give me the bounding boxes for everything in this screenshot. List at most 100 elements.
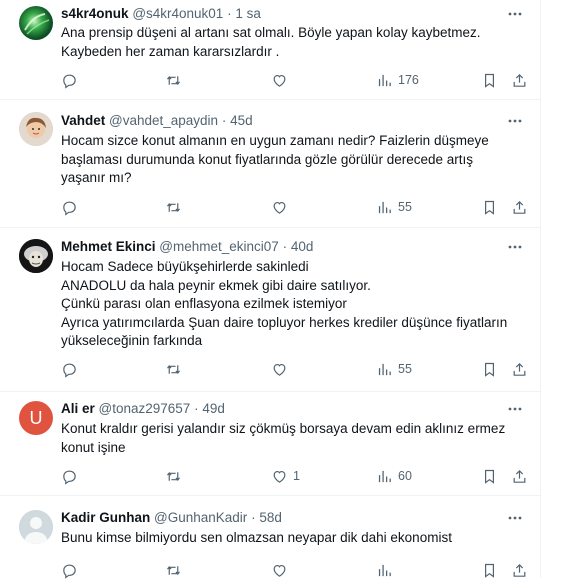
retweet-button[interactable] (165, 359, 182, 379)
reply-icon (63, 470, 76, 485)
handle[interactable]: @GunhanKadir (154, 510, 247, 525)
action-bar (61, 560, 531, 580)
timestamp[interactable]: 49d (202, 401, 225, 416)
retweet-button[interactable] (165, 70, 182, 90)
tweet-text: Hocam sizce konut almanın en uygun zaman… (61, 133, 489, 185)
reply-button[interactable] (61, 359, 78, 379)
retweet-icon (167, 202, 180, 212)
swirl-graphic (24, 13, 50, 35)
bookmark-icon (485, 563, 494, 578)
action-bar: 55 (61, 197, 531, 217)
views-icon (378, 363, 391, 375)
more-icon[interactable] (506, 5, 524, 23)
views-icon (378, 74, 391, 86)
share-button[interactable] (511, 466, 528, 486)
retweet-button[interactable] (165, 560, 182, 580)
tweet[interactable]: s4kr4onuk @s4kr4onuk01 · 1 sa Ana prensi… (0, 0, 540, 100)
tweet-text: Konut kraldır gerisi yalandır siz çökmüş… (61, 421, 506, 455)
dark-portrait (19, 239, 53, 273)
views-count: 176 (398, 73, 419, 87)
bookmark-button[interactable] (481, 359, 498, 379)
views-button[interactable]: 60 (376, 466, 412, 486)
bookmark-button[interactable] (481, 197, 498, 217)
tweet[interactable]: Kadir Gunhan @GunhanKadir · 58d Bunu kim… (0, 496, 540, 580)
more-icon[interactable] (506, 400, 524, 418)
avatar[interactable] (19, 6, 53, 40)
display-name[interactable]: s4kr4onuk (61, 6, 129, 21)
child-photo (19, 112, 53, 146)
like-button[interactable]: 1 (271, 466, 300, 486)
display-name[interactable]: Ali er (61, 401, 95, 416)
reply-icon (63, 201, 76, 216)
like-count: 1 (293, 469, 300, 483)
bookmark-button[interactable] (481, 70, 498, 90)
bookmark-button[interactable] (481, 466, 498, 486)
avatar[interactable] (19, 239, 53, 273)
share-icon (513, 200, 526, 214)
more-icon[interactable] (506, 509, 524, 527)
share-button[interactable] (511, 560, 528, 580)
more-icon[interactable] (506, 238, 524, 256)
avatar[interactable] (19, 112, 53, 146)
retweet-icon (167, 364, 180, 374)
avatar[interactable] (19, 510, 53, 544)
default-person-icon (19, 510, 53, 544)
reply-button[interactable] (61, 197, 78, 217)
reply-button[interactable] (61, 70, 78, 90)
reply-icon (63, 74, 76, 89)
avatar[interactable]: U (19, 401, 53, 435)
tweet-text: Ana prensip düşeni al artanı sat olmalı.… (61, 25, 481, 59)
reply-icon (63, 363, 76, 378)
like-icon (273, 470, 286, 483)
bookmark-button[interactable] (481, 560, 498, 580)
handle[interactable]: @s4kr4onuk01 (132, 6, 223, 21)
display-name[interactable]: Vahdet (61, 113, 105, 128)
bookmark-icon (485, 469, 494, 484)
display-name[interactable]: Mehmet Ekinci (61, 239, 156, 254)
tweet-text: Hocam Sadece büyükşehirlerde sakinledi A… (61, 259, 508, 348)
tweet-header: Ali er @tonaz297657 · 49d (61, 401, 225, 416)
reply-feed: s4kr4onuk @s4kr4onuk01 · 1 sa Ana prensi… (0, 0, 541, 580)
action-bar: 55 (61, 359, 531, 379)
reply-button[interactable] (61, 466, 78, 486)
handle[interactable]: @mehmet_ekinci07 (159, 239, 279, 254)
like-button[interactable] (271, 359, 293, 379)
tweet[interactable]: Vahdet @vahdet_apaydin · 45d Hocam sizce… (0, 100, 540, 228)
views-count: 55 (398, 362, 412, 376)
share-icon (513, 563, 526, 577)
reply-icon (63, 564, 76, 579)
bookmark-icon (485, 73, 494, 88)
like-icon (273, 564, 286, 577)
tweet-text: Bunu kimse bilmiyordu sen olmazsan neyap… (61, 530, 452, 545)
retweet-button[interactable] (165, 466, 182, 486)
timestamp[interactable]: 45d (230, 113, 253, 128)
display-name[interactable]: Kadir Gunhan (61, 510, 150, 525)
bookmark-icon (485, 200, 494, 215)
views-button[interactable]: 55 (376, 197, 412, 217)
tweet[interactable]: U Ali er @tonaz297657 · 49d Konut kraldı… (0, 392, 540, 496)
views-count: 60 (398, 469, 412, 483)
handle[interactable]: @vahdet_apaydin (109, 113, 218, 128)
timestamp[interactable]: 40d (291, 239, 314, 254)
share-icon (513, 362, 526, 376)
timestamp[interactable]: 1 sa (235, 6, 261, 21)
tweet[interactable]: Mehmet Ekinci @mehmet_ekinci07 · 40d Hoc… (0, 228, 540, 392)
reply-button[interactable] (61, 560, 78, 580)
share-button[interactable] (511, 70, 528, 90)
retweet-icon (167, 75, 180, 85)
avatar-initial: U (29, 407, 43, 428)
more-icon[interactable] (506, 112, 524, 130)
like-button[interactable] (271, 197, 293, 217)
timestamp[interactable]: 58d (259, 510, 282, 525)
handle[interactable]: @tonaz297657 (99, 401, 191, 416)
views-button[interactable] (376, 560, 398, 580)
like-button[interactable] (271, 70, 293, 90)
views-button[interactable]: 176 (376, 70, 419, 90)
retweet-button[interactable] (165, 197, 182, 217)
views-button[interactable]: 55 (376, 359, 412, 379)
like-button[interactable] (271, 560, 293, 580)
share-button[interactable] (511, 359, 528, 379)
like-icon (273, 74, 286, 87)
share-button[interactable] (511, 197, 528, 217)
share-icon (513, 469, 526, 483)
